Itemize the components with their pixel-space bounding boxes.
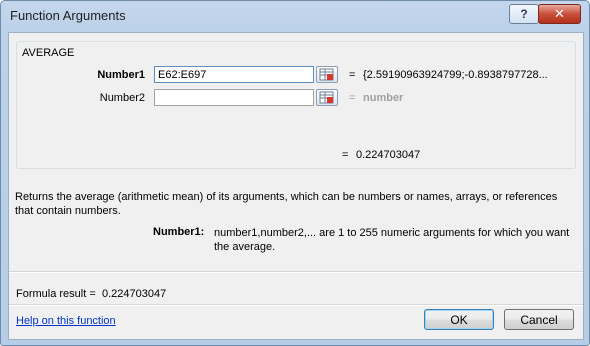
dialog-title: Function Arguments: [10, 8, 126, 23]
formula-result-value: 0.224703047: [102, 288, 167, 300]
function-name: AVERAGE: [22, 47, 75, 59]
separator-2-highlight: [9, 305, 583, 306]
close-icon: ✕: [554, 6, 565, 21]
arguments-group: AVERAGE Number1 E62:E697 = {2.5919096392…: [16, 41, 576, 169]
number2-result: number: [363, 92, 404, 104]
ok-button-label: OK: [450, 312, 468, 327]
formula-result-label: Formula result =: [16, 288, 96, 300]
number2-collapse-button[interactable]: [316, 89, 338, 106]
function-result-equals: =: [342, 149, 349, 161]
number1-input[interactable]: E62:E697: [154, 66, 314, 83]
number1-label: Number1: [97, 69, 145, 81]
function-arguments-dialog: Function Arguments ? ✕ AVERAGE Number1 E…: [0, 0, 590, 346]
cancel-button-label: Cancel: [520, 312, 558, 327]
arg-help-text: number1,number2,... are 1 to 255 numeric…: [214, 227, 570, 253]
function-result-value: 0.224703047: [356, 149, 421, 161]
number1-collapse-button[interactable]: [316, 66, 338, 83]
range-select-icon: [319, 68, 334, 81]
function-description: Returns the average (arithmetic mean) of…: [15, 191, 558, 217]
separator-1-highlight: [9, 272, 583, 273]
dialog-body: AVERAGE Number1 E62:E697 = {2.5919096392…: [8, 32, 584, 340]
range-select-icon: [319, 91, 334, 104]
number2-equals: =: [349, 92, 356, 104]
ok-button[interactable]: OK: [424, 309, 494, 330]
number2-label: Number2: [99, 92, 145, 104]
number2-input[interactable]: [154, 89, 314, 106]
number1-result: {2.59190963924799;-0.8938797728...: [363, 69, 548, 81]
help-on-function-link[interactable]: Help on this function: [16, 315, 116, 327]
question-mark-icon: ?: [520, 7, 528, 21]
cancel-button[interactable]: Cancel: [504, 309, 574, 330]
title-bar[interactable]: Function Arguments ? ✕: [1, 1, 589, 31]
help-button[interactable]: ?: [509, 4, 539, 24]
close-button[interactable]: ✕: [538, 4, 581, 24]
arg-help-label: Number1:: [153, 226, 205, 238]
number1-equals: =: [349, 69, 356, 81]
